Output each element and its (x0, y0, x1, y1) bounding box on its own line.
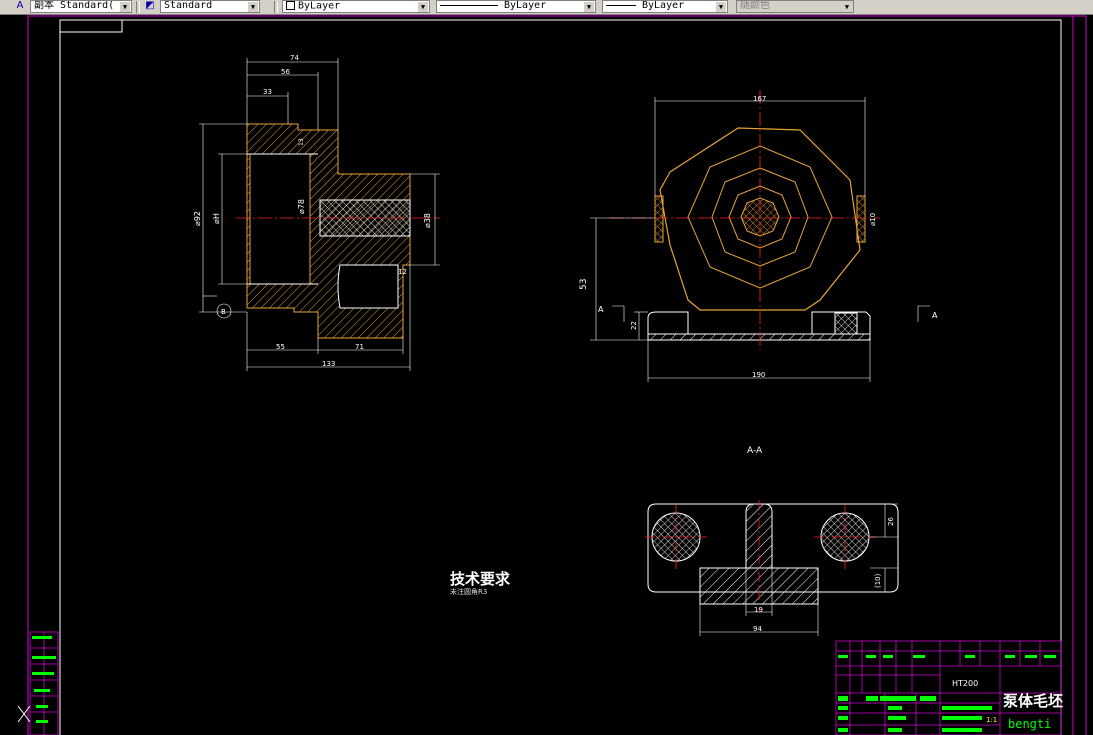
text-style-select[interactable]: 副本 Standard( ▼ (30, 0, 132, 13)
left-revision-strip (29, 631, 59, 735)
dim-53: 53 (579, 279, 589, 290)
part-code: bengti (1008, 717, 1052, 731)
cut-mark-a-right: A (932, 311, 938, 320)
dim-74: 74 (290, 54, 299, 62)
dim-style-value: Standard (164, 0, 213, 11)
text-style-icon[interactable]: A (12, 0, 28, 13)
dim-dia-92: ⌀92 (193, 211, 202, 226)
section-title: A-A (747, 446, 763, 456)
dim-33: 33 (263, 88, 272, 96)
material-text: HT200 (952, 679, 979, 688)
color-select[interactable]: ByLayer ▼ (282, 0, 430, 13)
tech-req-note: 未注圆角R3 (450, 588, 488, 596)
dim-56: 56 (281, 68, 290, 76)
dim-12: 12 (398, 268, 407, 276)
dim-19: 19 (754, 606, 763, 614)
lineweight-preview-icon (606, 4, 636, 6)
dim-dia-h: ⌀H (212, 213, 221, 224)
chevron-down-icon[interactable]: ▼ (584, 2, 594, 12)
dim-dia-78: ⌀78 (297, 199, 306, 214)
plot-style-select[interactable]: 随颜色 ▼ (736, 0, 854, 13)
dim-style-select[interactable]: Standard ▼ (160, 0, 260, 13)
dim-13: 13 (298, 138, 305, 146)
dim-167: 167 (753, 95, 766, 103)
toolbar-separator (274, 1, 278, 13)
text-style-value: 副本 Standard( (34, 0, 115, 11)
dim-55: 55 (276, 343, 285, 351)
chevron-down-icon[interactable]: ▼ (716, 2, 726, 12)
dim-10-ref: (10) (874, 573, 882, 588)
technical-requirements: 技术要求 未注圆角R3 (450, 570, 510, 597)
chevron-down-icon[interactable]: ▼ (418, 2, 428, 12)
properties-toolbar: A 副本 Standard( ▼ ◩ Standard ▼ ByLayer ▼ … (0, 0, 1093, 15)
plot-style-value: 随颜色 (740, 0, 770, 11)
drawing-canvas[interactable]: 74 56 33 ⌀92 ⌀H ⌀78 ⌀38 12 13 55 71 133 … (0, 14, 1093, 735)
chevron-down-icon[interactable]: ▼ (248, 2, 258, 12)
dim-dia-38: ⌀38 (423, 213, 432, 228)
datum-b: B (221, 308, 226, 316)
linetype-value: ByLayer (504, 0, 547, 11)
chevron-down-icon[interactable]: ▼ (120, 2, 130, 12)
linetype-select[interactable]: ByLayer ▼ (436, 0, 596, 13)
dim-71: 71 (355, 343, 364, 351)
front-view: 74 56 33 ⌀92 ⌀H ⌀78 ⌀38 12 13 55 71 133 … (193, 54, 440, 371)
section-a-a: 26 (10) 19 94 (645, 500, 899, 636)
part-name: 泵体毛坯 (1003, 692, 1064, 710)
toolbar-separator (136, 1, 140, 13)
side-view: 167 53 22 190 ⌀10 A A (579, 90, 938, 382)
dim-94: 94 (753, 625, 762, 633)
linetype-preview-icon (440, 4, 498, 6)
dim-22: 22 (630, 321, 638, 330)
dim-style-icon[interactable]: ◩ (142, 0, 158, 13)
tech-req-title: 技术要求 (450, 570, 511, 588)
dim-133: 133 (322, 360, 335, 368)
cut-mark-a-left: A (598, 305, 604, 314)
chevron-down-icon[interactable]: ▼ (842, 2, 852, 12)
scale-text: 1:1 (986, 716, 998, 724)
dim-dia-10: ⌀10 (869, 213, 877, 226)
dim-26: 26 (887, 517, 895, 526)
lineweight-select[interactable]: ByLayer ▼ (602, 0, 728, 13)
lineweight-value: ByLayer (642, 0, 685, 11)
drawing-borders (27, 15, 1087, 735)
color-swatch-icon (286, 1, 295, 10)
color-select-value: ByLayer (298, 0, 341, 12)
dim-190: 190 (752, 371, 765, 379)
